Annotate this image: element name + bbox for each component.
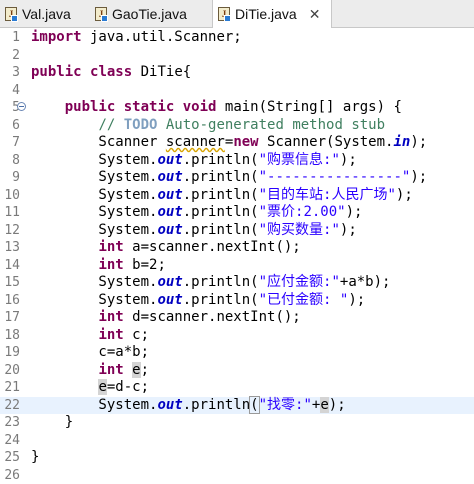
line-number: 19 <box>0 344 20 362</box>
code-text: } <box>31 449 39 467</box>
line-number: 25 <box>0 449 20 467</box>
code-text: int e; <box>31 362 149 380</box>
code-line[interactable]: 12 System.out.println("购买数量:"); <box>0 222 474 240</box>
line-number: 11 <box>0 204 20 222</box>
code-line[interactable]: 11 System.out.println("票价:2.00"); <box>0 204 474 222</box>
line-number: 3 <box>0 64 20 82</box>
code-line[interactable]: 23 } <box>0 414 474 432</box>
code-text: System.out.println("找零:"+e); <box>31 397 346 415</box>
code-text: System.out.println("购票信息:"); <box>31 152 357 170</box>
code-text: c=a*b; <box>31 344 149 362</box>
code-line[interactable]: 17 int d=scanner.nextInt(); <box>0 309 474 327</box>
line-number: 12 <box>0 222 20 240</box>
code-text: e=d-c; <box>31 379 149 397</box>
tab-label: GaoTie.java <box>112 6 187 22</box>
line-number: 6 <box>0 117 20 135</box>
code-text: // TODO Auto-generated method stub <box>31 117 385 135</box>
code-line[interactable]: 8 System.out.println("购票信息:"); <box>0 152 474 170</box>
code-text: int b=2; <box>31 257 166 275</box>
code-text: System.out.println("购买数量:"); <box>31 222 357 240</box>
code-line[interactable]: 22 System.out.println("找零:"+e); <box>0 397 474 415</box>
line-number: 8 <box>0 152 20 170</box>
editor-tab-bar: J Val.java J GaoTie.java J DiTie.java ✕ <box>0 0 474 28</box>
line-number: 14 <box>0 257 20 275</box>
line-number: 20 <box>0 362 20 380</box>
code-text: System.out.println("票价:2.00"); <box>31 204 362 222</box>
code-text: import java.util.Scanner; <box>31 29 242 47</box>
code-text: public class DiTie{ <box>31 64 191 82</box>
tab-gaotie-java[interactable]: J GaoTie.java <box>90 0 206 27</box>
code-line[interactable]: 26 <box>0 467 474 484</box>
code-line[interactable]: 10 System.out.println("目的车站:人民广场"); <box>0 187 474 205</box>
line-number: 21 <box>0 379 20 397</box>
line-number: 26 <box>0 467 20 484</box>
close-tab-icon[interactable]: ✕ <box>309 6 321 23</box>
code-line[interactable]: 4 <box>0 82 474 100</box>
code-line[interactable]: 19 c=a*b; <box>0 344 474 362</box>
code-text: System.out.println("已付金额: "); <box>31 292 365 310</box>
code-line[interactable]: 5 public static void main(String[] args)… <box>0 99 474 117</box>
line-number: 7 <box>0 134 20 152</box>
code-line[interactable]: 21 e=d-c; <box>0 379 474 397</box>
code-line[interactable]: 9 System.out.println("----------------")… <box>0 169 474 187</box>
line-number: 18 <box>0 327 20 345</box>
java-file-icon: J <box>217 6 231 22</box>
line-number: 23 <box>0 414 20 432</box>
code-line[interactable]: 18 int c; <box>0 327 474 345</box>
code-text: public static void main(String[] args) { <box>31 99 402 117</box>
line-number: 10 <box>0 187 20 205</box>
line-number: 17 <box>0 309 20 327</box>
code-text: Scanner scanner=new Scanner(System.in); <box>31 134 427 152</box>
code-line[interactable]: 6 // TODO Auto-generated method stub <box>0 117 474 135</box>
code-line[interactable]: 2 <box>0 47 474 65</box>
fold-collapse-icon[interactable] <box>17 102 26 111</box>
tab-val-java[interactable]: J Val.java <box>0 0 86 27</box>
line-number: 2 <box>0 47 20 65</box>
code-line[interactable]: 7 Scanner scanner=new Scanner(System.in)… <box>0 134 474 152</box>
tab-ditie-java[interactable]: J DiTie.java ✕ <box>212 0 332 28</box>
code-text: int a=scanner.nextInt(); <box>31 239 301 257</box>
code-line[interactable]: 14 int b=2; <box>0 257 474 275</box>
java-file-icon: J <box>94 6 108 22</box>
code-text: int c; <box>31 327 149 345</box>
line-number: 4 <box>0 82 20 100</box>
code-line[interactable]: 24 <box>0 432 474 450</box>
line-number: 9 <box>0 169 20 187</box>
code-editor[interactable]: 1 import java.util.Scanner; 23 public class… <box>0 28 474 475</box>
code-line[interactable]: 13 int a=scanner.nextInt(); <box>0 239 474 257</box>
line-number: 24 <box>0 432 20 450</box>
code-text: int d=scanner.nextInt(); <box>31 309 301 327</box>
java-file-icon: J <box>4 6 18 22</box>
line-number: 13 <box>0 239 20 257</box>
line-number: 16 <box>0 292 20 310</box>
tab-label: Val.java <box>22 6 71 22</box>
code-line[interactable]: 3 public class DiTie{ <box>0 64 474 82</box>
code-line[interactable]: 1 import java.util.Scanner; <box>0 29 474 47</box>
tab-label: DiTie.java <box>235 6 297 22</box>
code-line[interactable]: 15 System.out.println("应付金额:"+a*b); <box>0 274 474 292</box>
line-number: 1 <box>0 29 20 47</box>
line-number: 22 <box>0 397 20 415</box>
code-line[interactable]: 16 System.out.println("已付金额: "); <box>0 292 474 310</box>
code-text: System.out.println("目的车站:人民广场"); <box>31 187 413 205</box>
line-number: 15 <box>0 274 20 292</box>
code-line[interactable]: 25} <box>0 449 474 467</box>
code-text: } <box>31 414 73 432</box>
code-text: System.out.println("----------------"); <box>31 169 427 187</box>
code-text: System.out.println("应付金额:"+a*b); <box>31 274 390 292</box>
code-line[interactable]: 20 int e; <box>0 362 474 380</box>
